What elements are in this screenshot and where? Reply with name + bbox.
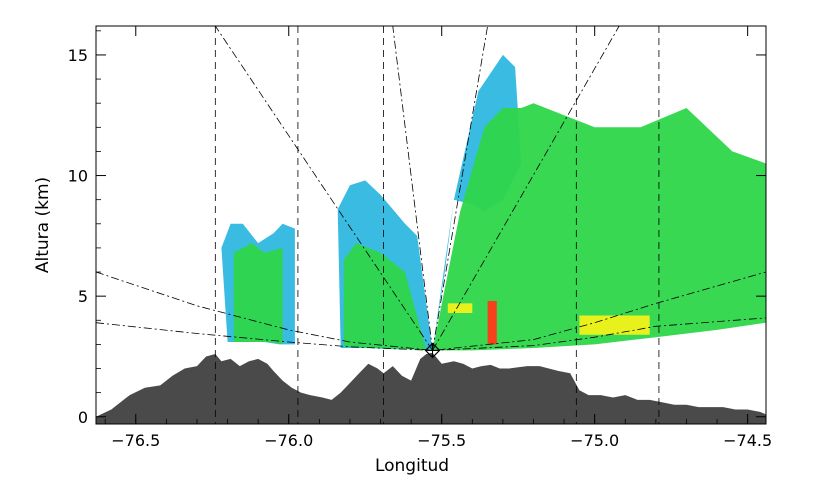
y-tick-label-2: 10 xyxy=(68,167,88,186)
radar-cross-section-chart: −76.5 −76.0 −75.5 −75.0 −74.5 0 5 10 15 Longitu… xyxy=(33,25,772,476)
terrain-layer xyxy=(96,352,766,424)
echo-layer xyxy=(221,54,766,351)
echo-region-7 xyxy=(579,315,650,335)
x-tick-label-4: −74.5 xyxy=(723,431,772,450)
echo-region-8 xyxy=(487,301,497,345)
x-tick-label-1: −76.0 xyxy=(264,431,313,450)
echo-region-6 xyxy=(447,303,473,313)
y-tick-label-0: 0 xyxy=(78,408,88,427)
y-axis-title: Altura (km) xyxy=(33,177,53,273)
x-tick-label-2: −75.5 xyxy=(417,431,466,450)
x-tick-label-3: −75.0 xyxy=(570,431,619,450)
y-tick-label-1: 5 xyxy=(78,287,88,306)
x-tick-label-0: −76.5 xyxy=(111,431,160,450)
echo-region-1 xyxy=(233,243,283,345)
y-tick-label-3: 15 xyxy=(68,46,88,65)
x-axis-title: Longitud xyxy=(375,456,449,476)
echo-region-5 xyxy=(432,103,766,351)
terrain-profile xyxy=(96,352,766,424)
